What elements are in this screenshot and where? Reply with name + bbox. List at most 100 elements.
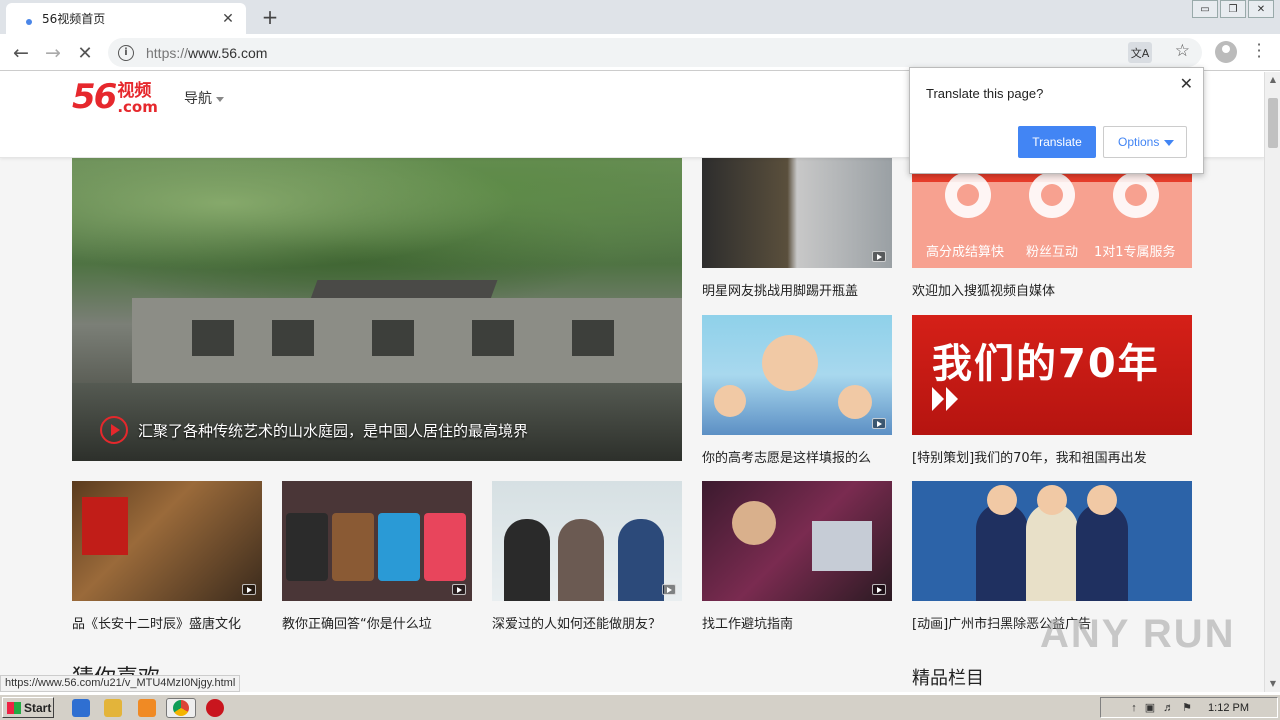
chrome-taskbar-button[interactable] bbox=[166, 698, 196, 718]
hero-window bbox=[192, 320, 234, 356]
hero-building bbox=[132, 298, 682, 388]
tray-arrow-icon[interactable]: ↑ bbox=[1131, 702, 1137, 714]
address-bar[interactable]: i https://www.56.com 文A ☆ bbox=[108, 38, 1202, 67]
browser-tab[interactable]: 56视频首页 ✕ bbox=[6, 3, 246, 34]
flag-icon[interactable]: ⚑ bbox=[1182, 701, 1192, 714]
address-url[interactable]: https://www.56.com bbox=[146, 45, 267, 61]
play-icon[interactable] bbox=[100, 416, 128, 444]
restore-button[interactable]: ❐ bbox=[1220, 0, 1246, 18]
url-scheme: https:// bbox=[146, 44, 189, 61]
thumbnail-face bbox=[732, 501, 776, 545]
video-title: 教你正确回答“你是什么垃 bbox=[282, 617, 432, 632]
video-badge-icon bbox=[242, 584, 256, 595]
translate-popup: Translate this page? ✕ Translate Options bbox=[909, 67, 1204, 174]
close-icon[interactable]: ✕ bbox=[1180, 74, 1193, 93]
logo-number: 56 bbox=[72, 77, 117, 117]
video-thumbnail bbox=[702, 481, 892, 601]
window-controls: ▭ ❐ ✕ bbox=[1190, 0, 1274, 18]
video-thumbnail bbox=[492, 481, 682, 601]
ie-icon[interactable] bbox=[72, 699, 90, 717]
back-arrow-icon[interactable]: ← bbox=[8, 40, 34, 66]
status-url: https://www.56.com/u21/v_MTU4MzI0Njgy.ht… bbox=[0, 675, 241, 692]
thumbnail-screen bbox=[812, 521, 872, 571]
start-button[interactable]: Start bbox=[2, 697, 54, 718]
forward-arrow-icon[interactable]: → bbox=[40, 40, 66, 66]
video-thumbnail bbox=[912, 481, 1192, 601]
video-badge-icon bbox=[872, 584, 886, 595]
hero-window bbox=[272, 320, 314, 356]
caret-down-icon bbox=[216, 96, 224, 102]
nav-dropdown[interactable]: 导航 bbox=[184, 88, 224, 108]
video-card[interactable]: 教你正确回答“你是什么垃 bbox=[282, 481, 472, 632]
bin-shape bbox=[332, 513, 374, 581]
close-window-button[interactable]: ✕ bbox=[1248, 0, 1274, 18]
chevron-icon bbox=[932, 387, 972, 417]
video-card[interactable]: 深爱过的人如何还能做朋友？ bbox=[492, 481, 682, 632]
video-card[interactable]: 你的高考志愿是这样填报的么 bbox=[702, 315, 892, 466]
media-player-icon[interactable] bbox=[138, 699, 156, 717]
options-button[interactable]: Options bbox=[1103, 126, 1187, 158]
menu-icon[interactable]: · · · bbox=[1252, 37, 1266, 65]
promo-thumbnail: 高分成结算快 粉丝互动 1对1专属服务 bbox=[912, 158, 1192, 268]
tab-title: 56视频首页 bbox=[42, 12, 106, 26]
video-title: [特别策划]我们的70年，我和祖国再出发 bbox=[912, 451, 1147, 466]
app-icon[interactable] bbox=[206, 699, 224, 717]
scroll-up-icon[interactable]: ▲ bbox=[1265, 72, 1280, 88]
chrome-icon bbox=[173, 700, 189, 716]
hero-window bbox=[372, 320, 414, 356]
minimize-button[interactable]: ▭ bbox=[1192, 0, 1218, 18]
windows-taskbar: Start ↑ ▣ ♬ ⚑ 1:12 PM bbox=[0, 694, 1280, 720]
thumbnail-person bbox=[558, 519, 604, 601]
seal-logo bbox=[82, 497, 128, 555]
hero-window bbox=[472, 320, 514, 356]
profile-icon[interactable] bbox=[1215, 41, 1237, 63]
video-title: 欢迎加入搜狐视频自媒体 bbox=[912, 284, 1056, 299]
video-card[interactable]: 找工作避坑指南 bbox=[702, 481, 892, 632]
info-icon[interactable]: i bbox=[118, 44, 134, 61]
network-icon[interactable]: ▣ bbox=[1145, 701, 1155, 714]
video-card[interactable]: 明星网友挑战用脚踢开瓶盖 bbox=[702, 158, 892, 299]
video-title: 明星网友挑战用脚踢开瓶盖 bbox=[702, 284, 859, 299]
translate-button[interactable]: Translate bbox=[1018, 126, 1096, 158]
video-title: 找工作避坑指南 bbox=[702, 617, 794, 632]
site-logo[interactable]: 56 视频 .com bbox=[72, 77, 158, 117]
scrollbar-thumb[interactable] bbox=[1268, 98, 1278, 148]
promo-label: 1对1专属服务 bbox=[1094, 245, 1176, 260]
video-thumbnail bbox=[702, 315, 892, 435]
hero-caption-text: 汇聚了各种传统艺术的山水庭园，是中国人居住的最高境界 bbox=[138, 421, 529, 440]
video-title: 深爱过的人如何还能做朋友？ bbox=[492, 617, 662, 632]
chevron-down-icon bbox=[1164, 140, 1174, 146]
logo-com: .com bbox=[117, 98, 158, 116]
bin-shape bbox=[424, 513, 466, 581]
translate-question: Translate this page? bbox=[926, 86, 1044, 101]
tab-strip: 56视频首页 ✕ + ▭ ❐ ✕ bbox=[0, 0, 1280, 34]
video-title: 品《长安十二时辰》盛唐文化 bbox=[72, 617, 242, 632]
promo-card[interactable]: 高分成结算快 粉丝互动 1对1专属服务 欢迎加入搜狐视频自媒体 bbox=[912, 158, 1192, 299]
video-card[interactable]: [动画]广州市扫黑除恶公益广告 bbox=[912, 481, 1192, 632]
thumbnail-person bbox=[1026, 485, 1078, 601]
new-tab-button[interactable]: + bbox=[258, 5, 282, 29]
stop-loading-icon[interactable]: ✕ bbox=[72, 40, 98, 66]
loading-spinner-icon bbox=[26, 18, 32, 25]
tab-close-icon[interactable]: ✕ bbox=[220, 11, 236, 27]
folder-icon[interactable] bbox=[104, 699, 122, 717]
star-icon[interactable]: ☆ bbox=[1175, 41, 1190, 61]
video-thumbnail bbox=[702, 158, 892, 268]
user-icon bbox=[1113, 172, 1159, 218]
clock[interactable]: 1:12 PM bbox=[1208, 702, 1249, 714]
scroll-down-icon[interactable]: ▼ bbox=[1265, 676, 1280, 692]
windows-logo-icon bbox=[7, 701, 21, 714]
promo-ring-icon bbox=[945, 172, 991, 218]
thumbnail-person bbox=[504, 519, 550, 601]
thumbnail-person bbox=[618, 519, 664, 601]
translate-icon[interactable]: 文A bbox=[1128, 42, 1152, 63]
video-card[interactable]: 品《长安十二时辰》盛唐文化 bbox=[72, 481, 262, 632]
volume-icon[interactable]: ♬ bbox=[1163, 702, 1174, 714]
video-thumbnail bbox=[72, 481, 262, 601]
video-thumbnail: 我们的70年 bbox=[912, 315, 1192, 435]
hero-video[interactable]: 汇聚了各种传统艺术的山水庭园，是中国人居住的最高境界 bbox=[72, 158, 682, 461]
chat-icon bbox=[1029, 172, 1075, 218]
thumbnail-face bbox=[762, 335, 818, 391]
video-card[interactable]: 我们的70年 [特别策划]我们的70年，我和祖国再出发 bbox=[912, 315, 1192, 466]
scrollbar[interactable]: ▲ ▼ bbox=[1264, 72, 1280, 692]
